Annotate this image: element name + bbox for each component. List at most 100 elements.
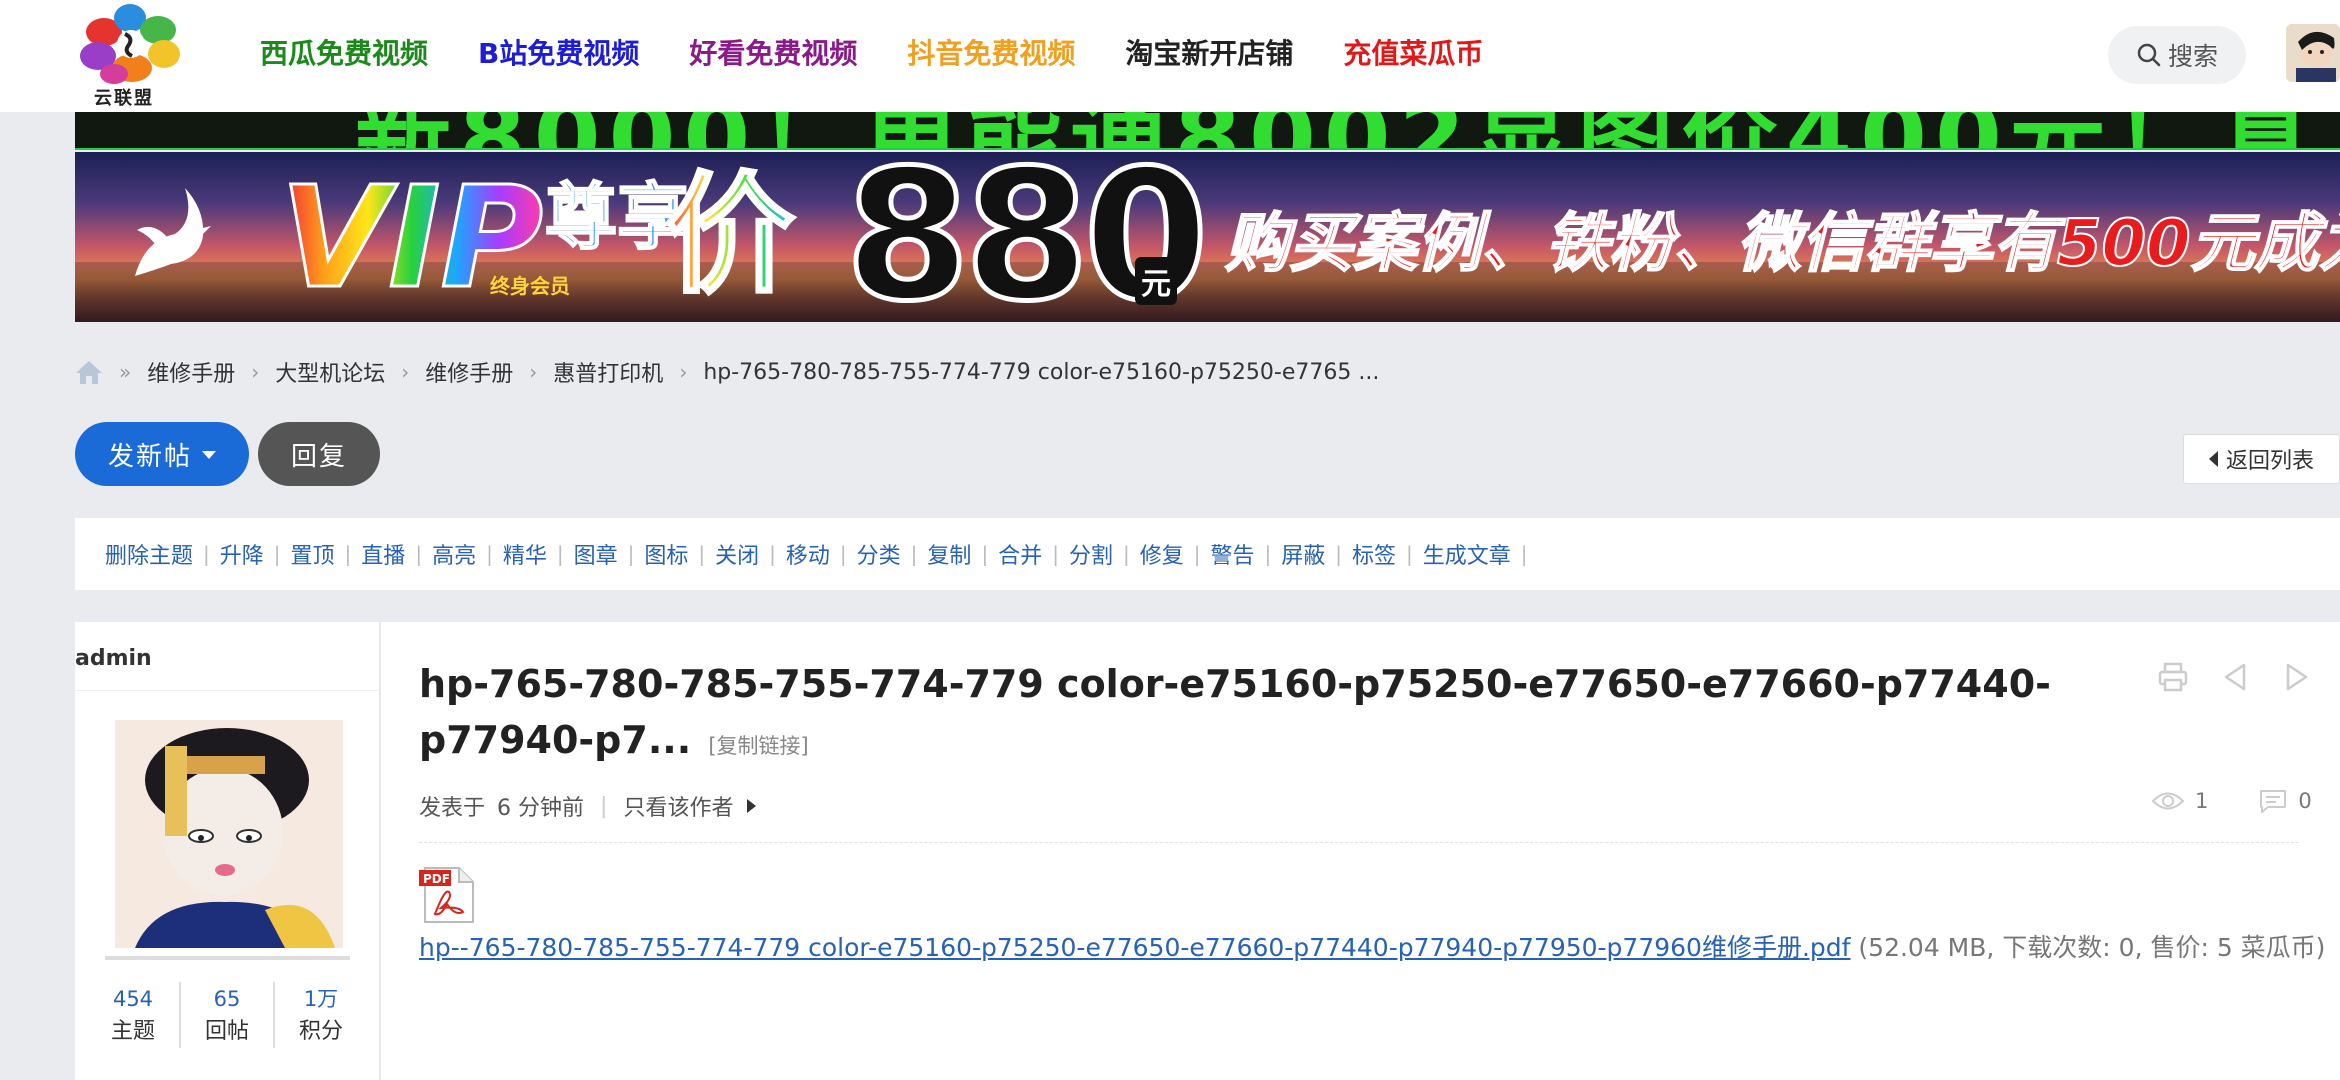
stat-replies[interactable]: 65 回帖 [181, 982, 275, 1048]
divider [75, 690, 380, 691]
breadcrumb: » 维修手册 › 大型机论坛 › 维修手册 › 惠普打印机 › hp-765-7… [75, 356, 1379, 388]
reply-label: 回复 [290, 441, 347, 472]
nav-taobao[interactable]: 淘宝新开店铺 [1125, 34, 1293, 74]
caret-right-icon [747, 799, 757, 813]
mod-separator: | [769, 542, 776, 566]
mod-separator: | [556, 542, 564, 566]
posted-prefix: 发表于 [419, 796, 486, 821]
mod-stamp[interactable]: 图章 [574, 538, 618, 570]
mod-digest[interactable]: 精华 [503, 538, 547, 570]
attachment: hp--765-780-785-755-774-779 color-e75160… [419, 928, 2325, 964]
author-panel: admin 454 主题 65 回帖 1万 积分 [75, 622, 380, 1080]
mod-merge[interactable]: 合并 [998, 538, 1042, 570]
print-icon[interactable] [2156, 660, 2190, 694]
scrolling-banner[interactable]: 新8000！更能通8002显图价400元！真 [75, 112, 2340, 150]
view-count: 1 [2195, 789, 2209, 813]
stat-label: 积分 [298, 1019, 343, 1044]
mod-icon[interactable]: 图标 [644, 538, 688, 570]
prev-thread-icon[interactable] [2218, 660, 2252, 694]
mod-delete-topic[interactable]: 删除主题 [105, 538, 193, 570]
mod-block[interactable]: 屏蔽 [1281, 538, 1325, 570]
posted-time: 6 分钟前 [497, 796, 585, 821]
reply-count: 0 [2298, 789, 2312, 813]
stat-value: 454 [112, 987, 154, 1011]
search-label: 搜索 [2167, 42, 2218, 71]
logo-flower-icon [80, 4, 180, 84]
author-avatar-image [115, 720, 343, 948]
mod-move[interactable]: 移动 [786, 538, 830, 570]
mod-separator: | [203, 542, 210, 566]
author-avatar[interactable] [115, 720, 343, 948]
back-to-list-label: 返回列表 [2225, 449, 2314, 474]
back-to-list-button[interactable]: 返回列表 [2183, 434, 2340, 484]
mod-warn[interactable]: 警告 [1210, 538, 1254, 570]
nav-bilibili[interactable]: B站免费视频 [478, 34, 639, 74]
breadcrumb-item[interactable]: 惠普打印机 [553, 356, 663, 388]
attachment-info: (52.04 MB, 下载次数: 0, 售价: 5 菜瓜币) [1858, 933, 2326, 962]
breadcrumb-separator: › [401, 360, 410, 384]
new-post-button[interactable]: 发新帖 [75, 422, 249, 486]
nav-recharge[interactable]: 充值菜瓜币 [1343, 34, 1483, 74]
vip-promo-banner[interactable]: VIP 尊享 终身会员 价 880 元 购买案例、铁粉、微信群享有500元成为永… [75, 152, 2340, 322]
breadcrumb-separator: › [679, 360, 688, 384]
search-button[interactable]: 搜索 [2108, 26, 2246, 84]
mod-raise-lower[interactable]: 升降 [220, 538, 264, 570]
top-nav: 西瓜免费视频 B站免费视频 好看免费视频 抖音免费视频 淘宝新开店铺 充值菜瓜币 [260, 34, 1533, 74]
mod-category[interactable]: 分类 [857, 538, 901, 570]
post-title-text: hp-765-780-785-755-774-779 color-e75160-… [419, 662, 2051, 762]
author-name[interactable]: admin [75, 646, 152, 671]
price-label-text: 价 [663, 159, 796, 312]
mod-separator: | [839, 542, 847, 566]
breadcrumb-item[interactable]: 维修手册 [147, 356, 235, 388]
home-icon[interactable] [75, 359, 103, 385]
site-logo[interactable]: 云联盟 [72, 2, 190, 110]
post-meta: 发表于 6 分钟前 | 只看该作者 [419, 790, 757, 822]
nav-haokan[interactable]: 好看免费视频 [689, 34, 857, 74]
top-header: 云联盟 西瓜免费视频 B站免费视频 好看免费视频 抖音免费视频 淘宝新开店铺 充… [0, 0, 2340, 112]
post-counts: 1 0 [2151, 788, 2312, 814]
scrolling-banner-text: 新8000！更能通8002显图价400元！真 [355, 112, 2322, 148]
mod-split[interactable]: 分割 [1069, 538, 1113, 570]
comment-icon [2260, 790, 2287, 813]
mod-stick[interactable]: 置顶 [291, 538, 335, 570]
stat-threads[interactable]: 454 主题 [87, 982, 181, 1048]
mod-tags[interactable]: 标签 [1352, 538, 1396, 570]
reply-button[interactable]: 回复 [258, 422, 380, 486]
mod-separator: | [344, 542, 352, 566]
breadcrumb-separator: » [119, 360, 132, 384]
price-currency: 元 [1135, 257, 1177, 305]
mod-live[interactable]: 直播 [361, 538, 405, 570]
mod-repair[interactable]: 修复 [1140, 538, 1184, 570]
only-author-link[interactable]: 只看该作者 [623, 790, 733, 822]
eye-icon [2151, 792, 2185, 810]
nav-xigua[interactable]: 西瓜免费视频 [260, 34, 428, 74]
avatar-underline [105, 956, 350, 960]
mod-separator: | [1052, 542, 1059, 566]
breadcrumb-item[interactable]: 大型机论坛 [275, 356, 385, 388]
pdf-badge-text: PDF [423, 872, 450, 886]
stat-points[interactable]: 1万 积分 [275, 982, 367, 1048]
mod-separator: | [486, 542, 493, 566]
breadcrumb-current[interactable]: hp-765-780-785-755-774-779 color-e75160-… [703, 360, 1379, 385]
breadcrumb-item[interactable]: 维修手册 [425, 356, 513, 388]
nav-douyin[interactable]: 抖音免费视频 [907, 34, 1075, 74]
search-icon [2137, 43, 2161, 67]
next-thread-icon[interactable] [2280, 660, 2314, 694]
post-title: hp-765-780-785-755-774-779 color-e75160-… [419, 656, 2059, 774]
user-avatar[interactable] [2286, 24, 2340, 82]
breadcrumb-separator: › [251, 360, 260, 384]
mod-separator: | [1335, 542, 1343, 566]
mod-close[interactable]: 关闭 [715, 538, 759, 570]
copy-link-button[interactable]: [复制链接] [708, 734, 808, 758]
moderation-toolbar: 删除主题 | 升降 | 置顶 | 直播 | 高亮 | 精华 | 图章 | 图标 | 关闭 | 移动… [75, 518, 2340, 590]
post-tools [2156, 660, 2314, 694]
mod-generate-article[interactable]: 生成文章 [1423, 538, 1511, 570]
mod-separator: | [910, 542, 918, 566]
mod-separator: | [1122, 542, 1130, 566]
mod-separator: | [981, 542, 989, 566]
user-avatar-image [2286, 24, 2340, 82]
caret-down-icon [202, 451, 216, 459]
attachment-link[interactable]: hp--765-780-785-755-774-779 color-e75160… [419, 933, 1850, 962]
mod-highlight[interactable]: 高亮 [432, 538, 476, 570]
mod-copy[interactable]: 复制 [927, 538, 971, 570]
